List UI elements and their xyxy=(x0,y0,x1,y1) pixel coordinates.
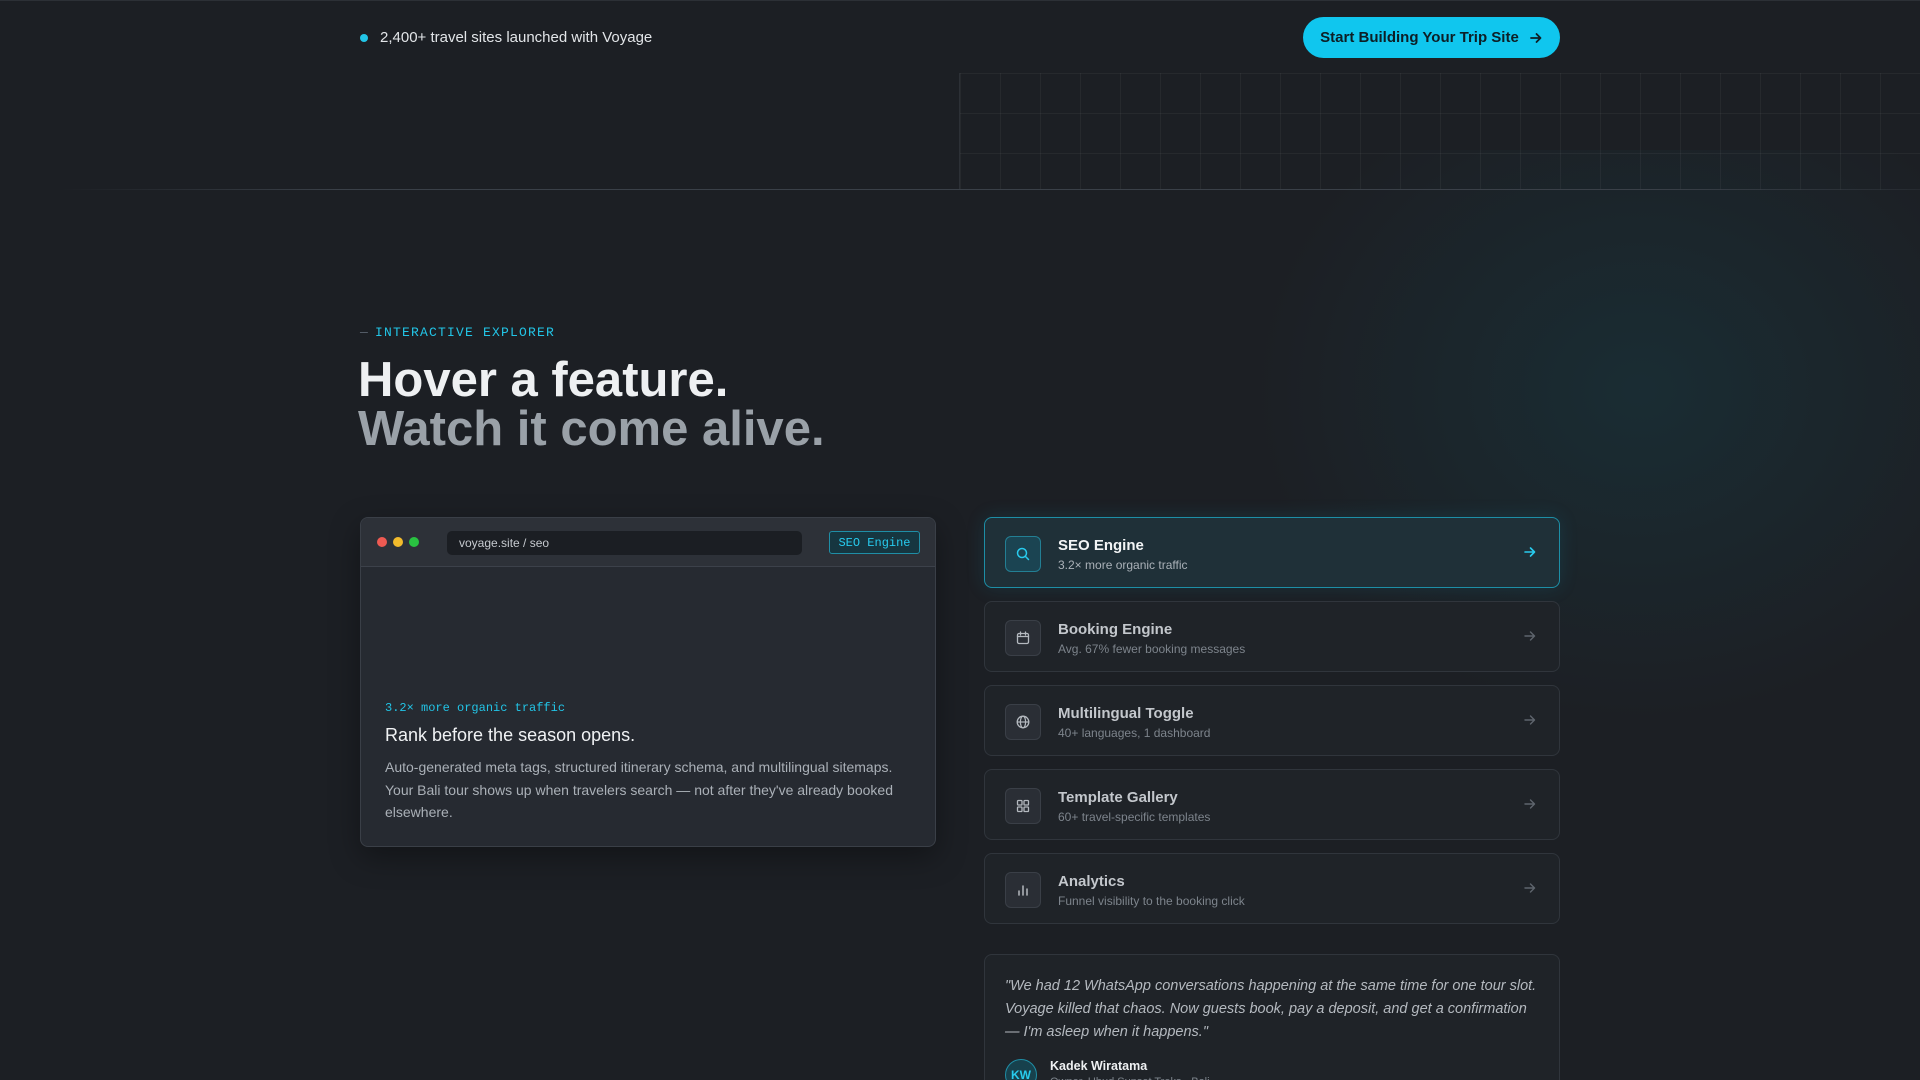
feature-item-analytics[interactable]: Analytics Funnel visibility to the booki… xyxy=(984,853,1560,924)
arrow-right-icon xyxy=(1524,799,1536,809)
feature-name: Booking Engine xyxy=(1058,621,1173,638)
cta-label: Start Building Your Trip Site xyxy=(1320,29,1519,46)
search-icon xyxy=(1005,536,1041,572)
avatar: KW xyxy=(1005,1059,1037,1080)
preview-stat: 3.2× more organic traffic xyxy=(385,701,566,715)
window-close-dot xyxy=(377,537,387,547)
testimonial-role: Owner, Ubud Sunset Treks · Bali xyxy=(1050,1076,1210,1080)
preview-title: Rank before the season opens. xyxy=(385,725,636,745)
feature-subtitle: Avg. 67% fewer booking messages xyxy=(1058,642,1246,656)
grid-icon xyxy=(1005,788,1041,824)
window-maximize-dot xyxy=(409,537,419,547)
divider xyxy=(60,189,1920,190)
social-proof-text: 2,400+ travel sites launched with Voyage xyxy=(380,29,653,46)
feature-subtitle: 60+ travel-specific templates xyxy=(1058,810,1211,824)
section-eyebrow: — INTERACTIVE EXPLORER xyxy=(360,325,555,340)
decorative-grid xyxy=(959,73,1920,190)
arrow-right-icon xyxy=(1524,631,1536,641)
browser-toolbar: voyage.site / seo SEO Engine xyxy=(361,518,935,567)
arrow-right-icon xyxy=(1529,32,1542,43)
feature-item-booking-engine[interactable]: Booking Engine Avg. 67% fewer booking me… xyxy=(984,601,1560,672)
globe-icon xyxy=(1005,704,1041,740)
feature-subtitle: 3.2× more organic traffic xyxy=(1058,558,1188,572)
feature-item-template-gallery[interactable]: Template Gallery 60+ travel-specific tem… xyxy=(984,769,1560,840)
feature-preview-window: voyage.site / seo SEO Engine 3.2× more o… xyxy=(360,517,936,847)
start-building-button[interactable]: Start Building Your Trip Site xyxy=(1303,17,1560,58)
eyebrow-dash: — xyxy=(360,325,370,340)
feature-subtitle: Funnel visibility to the booking click xyxy=(1058,894,1245,908)
testimonial-card: "We had 12 WhatsApp conversations happen… xyxy=(984,954,1560,1080)
arrow-right-icon xyxy=(1524,547,1536,557)
status-dot xyxy=(360,33,368,42)
testimonial-quote: "We had 12 WhatsApp conversations happen… xyxy=(1005,978,1537,1040)
bar-chart-icon xyxy=(1005,872,1041,908)
eyebrow-label: INTERACTIVE EXPLORER xyxy=(375,325,556,340)
calendar-icon xyxy=(1005,620,1041,656)
feature-name: SEO Engine xyxy=(1058,537,1144,554)
feature-badge: SEO Engine xyxy=(829,531,920,554)
subheadline: Watch it come alive. xyxy=(358,402,825,456)
arrow-right-icon xyxy=(1524,715,1536,725)
top-bar: 2,400+ travel sites launched with Voyage… xyxy=(0,0,1920,73)
arrow-right-icon xyxy=(1524,883,1536,893)
url-bar: voyage.site / seo xyxy=(447,531,802,555)
window-minimize-dot xyxy=(393,537,403,547)
headline: Hover a feature. xyxy=(358,353,729,407)
preview-description: Auto-generated meta tags, structured iti… xyxy=(385,759,893,820)
feature-item-multilingual-toggle[interactable]: Multilingual Toggle 40+ languages, 1 das… xyxy=(984,685,1560,756)
testimonial-author: Kadek Wiratama xyxy=(1050,1059,1148,1073)
feature-name: Multilingual Toggle xyxy=(1058,705,1194,722)
feature-name: Template Gallery xyxy=(1058,789,1178,806)
social-proof: 2,400+ travel sites launched with Voyage xyxy=(360,29,652,46)
feature-item-seo-engine[interactable]: SEO Engine 3.2× more organic traffic xyxy=(984,517,1560,588)
feature-subtitle: 40+ languages, 1 dashboard xyxy=(1058,726,1211,740)
feature-name: Analytics xyxy=(1058,873,1125,890)
